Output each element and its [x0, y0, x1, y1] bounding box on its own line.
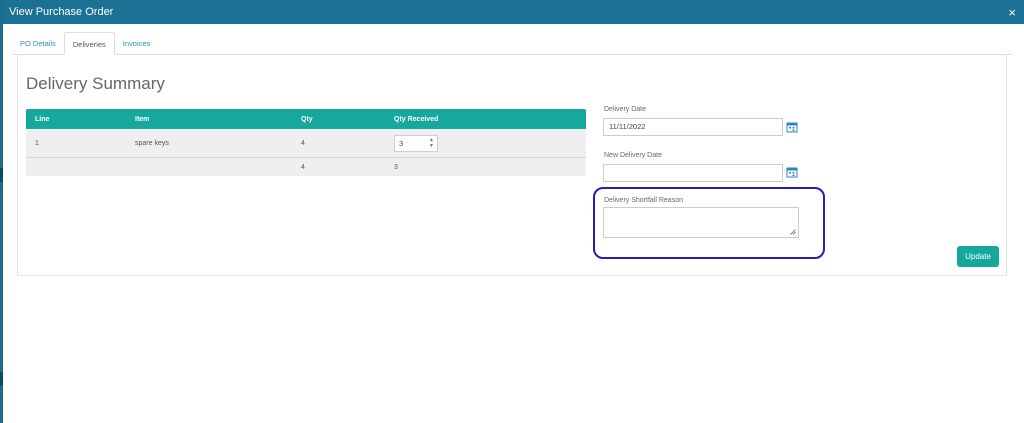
qty-received-value[interactable]: 3	[399, 139, 403, 148]
total-qty: 4	[301, 163, 305, 171]
calendar-icon[interactable]	[786, 121, 798, 133]
purchase-order-modal: View Purchase Order × PO Details Deliver…	[0, 0, 1024, 423]
calendar-icon[interactable]	[786, 166, 798, 178]
cell-qty-received: 3 ▲ ▼	[385, 134, 586, 152]
grid-totals-row: 4 3	[26, 157, 586, 176]
qty-received-stepper[interactable]: 3 ▲ ▼	[394, 134, 438, 152]
background-edge-mark	[0, 168, 3, 182]
tab-deliveries[interactable]: Deliveries	[63, 32, 115, 55]
delivery-date-field[interactable]: 11/11/2022	[603, 118, 783, 136]
section-title: Delivery Summary	[26, 74, 165, 93]
background-edge	[0, 0, 3, 423]
annotation-highlight	[593, 187, 825, 259]
grid-header: Line Item Qty Qty Received	[26, 109, 586, 129]
col-header-item[interactable]: Item	[126, 116, 291, 123]
spinner-down-icon[interactable]: ▼	[429, 143, 434, 149]
cell-line: 1	[35, 139, 39, 147]
delivery-date-label: Delivery Date	[604, 106, 647, 113]
tab-po-details[interactable]: PO Details	[12, 32, 64, 55]
table-row: 1 spare keys 4 3 ▲ ▼	[26, 129, 586, 157]
new-delivery-date-label: New Delivery Date	[604, 152, 662, 159]
col-header-line[interactable]: Line	[26, 116, 126, 123]
background-edge-mark	[0, 372, 3, 386]
new-delivery-date-field[interactable]	[603, 164, 783, 182]
cell-qty: 4	[301, 139, 305, 147]
close-icon[interactable]: ×	[1008, 6, 1016, 19]
col-header-qty[interactable]: Qty	[291, 116, 385, 123]
stepper-arrows: ▲ ▼	[429, 136, 434, 151]
tab-invoices[interactable]: Invoices	[115, 32, 159, 55]
tab-bar: PO Details Deliveries Invoices	[12, 32, 158, 55]
total-qty-received: 3	[394, 163, 398, 171]
cell-item: spare keys	[135, 139, 169, 147]
modal-titlebar: View Purchase Order ×	[0, 0, 1024, 24]
modal-title: View Purchase Order	[9, 6, 114, 18]
col-header-qty-received[interactable]: Qty Received	[385, 116, 586, 123]
update-button[interactable]: Update	[957, 246, 999, 267]
delivery-grid: Line Item Qty Qty Received 1 spare keys …	[26, 109, 586, 176]
